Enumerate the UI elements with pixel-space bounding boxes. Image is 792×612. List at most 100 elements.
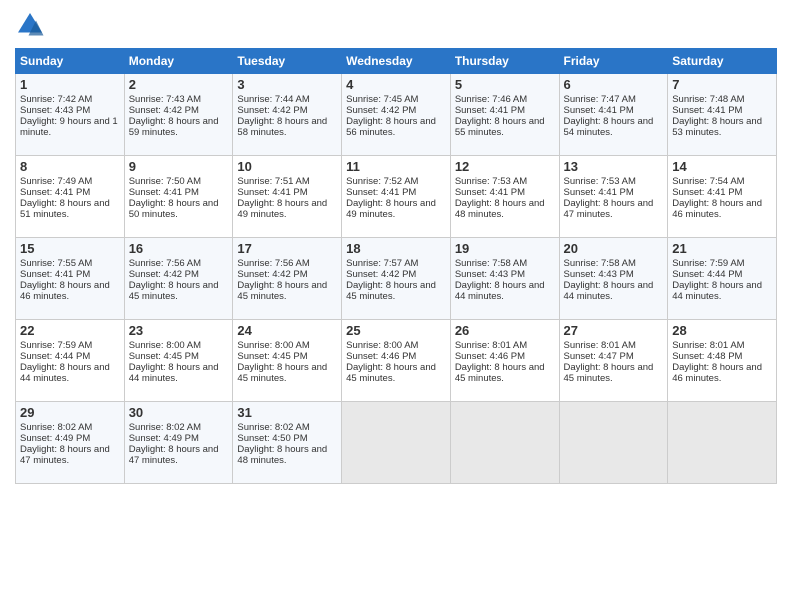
- sunset: Sunset: 4:41 PM: [455, 187, 525, 198]
- sunset: Sunset: 4:45 PM: [129, 351, 199, 362]
- calendar-cell: 30Sunrise: 8:02 AMSunset: 4:49 PMDayligh…: [124, 402, 233, 484]
- sunset: Sunset: 4:47 PM: [564, 351, 634, 362]
- sunrise: Sunrise: 7:56 AM: [129, 258, 201, 269]
- sunset: Sunset: 4:50 PM: [237, 433, 307, 444]
- sunset: Sunset: 4:41 PM: [564, 105, 634, 116]
- daylight: Daylight: 8 hours and 47 minutes.: [564, 198, 654, 220]
- calendar-cell: 7Sunrise: 7:48 AMSunset: 4:41 PMDaylight…: [668, 74, 777, 156]
- day-header-wednesday: Wednesday: [342, 49, 451, 74]
- calendar-cell: 17Sunrise: 7:56 AMSunset: 4:42 PMDayligh…: [233, 238, 342, 320]
- sunrise: Sunrise: 8:02 AM: [237, 422, 309, 433]
- day-number: 5: [455, 77, 555, 92]
- sunrise: Sunrise: 7:55 AM: [20, 258, 92, 269]
- day-header-saturday: Saturday: [668, 49, 777, 74]
- week-row-5: 29 Sunrise: 8:02 AM Sunset: 4:49 PM Dayligh…: [16, 402, 777, 484]
- daylight: Daylight: 8 hours and 56 minutes.: [346, 116, 436, 138]
- daylight: Daylight: 8 hours and 44 minutes.: [455, 280, 545, 302]
- daylight: Daylight: 8 hours and 44 minutes.: [564, 280, 654, 302]
- sunset: Sunset: 4:43 PM: [455, 269, 525, 280]
- day-number: 16: [129, 241, 229, 256]
- daylight: Daylight: 8 hours and 49 minutes.: [346, 198, 436, 220]
- day-number: 28: [672, 323, 772, 338]
- day-number: 20: [564, 241, 664, 256]
- sunrise: Sunrise: 7:58 AM: [564, 258, 636, 269]
- day-header-sunday: Sunday: [16, 49, 125, 74]
- sunrise: Sunrise: 8:00 AM: [237, 340, 309, 351]
- sunset: Sunset: 4:42 PM: [129, 269, 199, 280]
- sunrise: Sunrise: 7:49 AM: [20, 176, 92, 187]
- daylight: Daylight: 8 hours and 45 minutes.: [346, 362, 436, 384]
- sunset: Sunset: 4:49 PM: [129, 433, 199, 444]
- calendar-cell: [450, 402, 559, 484]
- calendar-cell: [342, 402, 451, 484]
- day-number: 17: [237, 241, 337, 256]
- day-number: 12: [455, 159, 555, 174]
- calendar-cell: 15Sunrise: 7:55 AMSunset: 4:41 PMDayligh…: [16, 238, 125, 320]
- day-number: 19: [455, 241, 555, 256]
- sunrise: Sunrise: 7:42 AM: [20, 94, 92, 105]
- day-number: 2: [129, 77, 229, 92]
- sunrise: Sunrise: 8:00 AM: [129, 340, 201, 351]
- calendar-cell: 18Sunrise: 7:57 AMSunset: 4:42 PMDayligh…: [342, 238, 451, 320]
- sunset: Sunset: 4:42 PM: [129, 105, 199, 116]
- calendar-cell: 22Sunrise: 7:59 AMSunset: 4:44 PMDayligh…: [16, 320, 125, 402]
- calendar-table: SundayMondayTuesdayWednesdayThursdayFrid…: [15, 48, 777, 484]
- calendar-cell: 14Sunrise: 7:54 AMSunset: 4:41 PMDayligh…: [668, 156, 777, 238]
- sunrise: Sunrise: 7:54 AM: [672, 176, 744, 187]
- day-number: 31: [237, 405, 337, 420]
- calendar-cell: 13Sunrise: 7:53 AMSunset: 4:41 PMDayligh…: [559, 156, 668, 238]
- sunrise: Sunrise: 7:47 AM: [564, 94, 636, 105]
- day-number: 11: [346, 159, 446, 174]
- daylight: Daylight: 8 hours and 47 minutes.: [20, 444, 110, 466]
- calendar-cell: [559, 402, 668, 484]
- logo-icon: [15, 10, 45, 40]
- calendar-cell: 6Sunrise: 7:47 AMSunset: 4:41 PMDaylight…: [559, 74, 668, 156]
- daylight: Daylight: 8 hours and 45 minutes.: [564, 362, 654, 384]
- sunset: Sunset: 4:42 PM: [237, 269, 307, 280]
- daylight: Daylight: 8 hours and 59 minutes.: [129, 116, 219, 138]
- day-number: 29: [20, 405, 120, 420]
- daylight: Daylight: 8 hours and 50 minutes.: [129, 198, 219, 220]
- calendar-cell: 21Sunrise: 7:59 AMSunset: 4:44 PMDayligh…: [668, 238, 777, 320]
- sunset: Sunset: 4:41 PM: [129, 187, 199, 198]
- day-header-tuesday: Tuesday: [233, 49, 342, 74]
- day-number: 27: [564, 323, 664, 338]
- sunset: Sunset: 4:43 PM: [20, 105, 90, 116]
- calendar-cell: 3Sunrise: 7:44 AMSunset: 4:42 PMDaylight…: [233, 74, 342, 156]
- day-number: 1: [20, 77, 120, 92]
- calendar-cell: 8Sunrise: 7:49 AMSunset: 4:41 PMDaylight…: [16, 156, 125, 238]
- day-number: 24: [237, 323, 337, 338]
- calendar-cell: 11Sunrise: 7:52 AMSunset: 4:41 PMDayligh…: [342, 156, 451, 238]
- daylight: Daylight: 8 hours and 49 minutes.: [237, 198, 327, 220]
- sunrise: Sunrise: 8:01 AM: [455, 340, 527, 351]
- calendar-cell: 1Sunrise: 7:42 AMSunset: 4:43 PMDaylight…: [16, 74, 125, 156]
- sunrise: Sunrise: 7:57 AM: [346, 258, 418, 269]
- daylight: Daylight: 8 hours and 46 minutes.: [20, 280, 110, 302]
- sunrise: Sunrise: 7:59 AM: [672, 258, 744, 269]
- sunrise: Sunrise: 8:00 AM: [346, 340, 418, 351]
- sunset: Sunset: 4:41 PM: [237, 187, 307, 198]
- day-number: 10: [237, 159, 337, 174]
- daylight: Daylight: 8 hours and 45 minutes.: [129, 280, 219, 302]
- calendar-cell: 10 Sunrise: 7:51 AMSunset: 4:41 PMDayligh…: [233, 156, 342, 238]
- sunrise: Sunrise: 7:53 AM: [455, 176, 527, 187]
- sunrise: Sunrise: 7:58 AM: [455, 258, 527, 269]
- sunrise: Sunrise: 7:48 AM: [672, 94, 744, 105]
- sunrise: Sunrise: 7:56 AM: [237, 258, 309, 269]
- calendar-body: 1Sunrise: 7:42 AMSunset: 4:43 PMDaylight…: [16, 74, 777, 484]
- sunrise: Sunrise: 7:46 AM: [455, 94, 527, 105]
- calendar-cell: 29Sunrise: 8:02 AMSunset: 4:49 PMDayligh…: [16, 402, 125, 484]
- day-number: 14: [672, 159, 772, 174]
- daylight: Daylight: 8 hours and 44 minutes.: [129, 362, 219, 384]
- sunrise: Sunrise: 7:51 AM: [237, 176, 309, 187]
- daylight: Daylight: 8 hours and 55 minutes.: [455, 116, 545, 138]
- sunset: Sunset: 4:41 PM: [455, 105, 525, 116]
- sunrise: Sunrise: 7:50 AM: [129, 176, 201, 187]
- sunset: Sunset: 4:48 PM: [672, 351, 742, 362]
- day-number: 9: [129, 159, 229, 174]
- week-row-4: 22Sunrise: 7:59 AMSunset: 4:44 PMDayligh…: [16, 320, 777, 402]
- calendar-cell: 20Sunrise: 7:58 AMSunset: 4:43 PMDayligh…: [559, 238, 668, 320]
- calendar-cell: 4Sunrise: 7:45 AMSunset: 4:42 PMDaylight…: [342, 74, 451, 156]
- calendar-cell: [668, 402, 777, 484]
- sunrise: Sunrise: 8:01 AM: [672, 340, 744, 351]
